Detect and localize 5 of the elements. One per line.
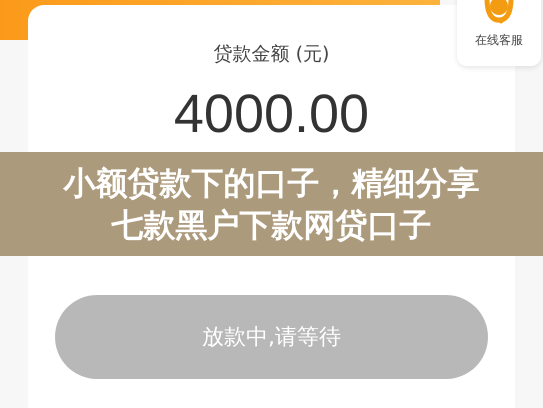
customer-service-button[interactable]: 在线客服 <box>457 0 541 66</box>
amount-label: 贷款金额 (元) <box>214 42 330 67</box>
loan-amount: 4000.00 <box>174 87 370 141</box>
caption-text: 七款黑户下款网贷口子 <box>112 205 432 246</box>
caption-text: 小额贷款下的口子，精细分享 <box>64 163 480 204</box>
